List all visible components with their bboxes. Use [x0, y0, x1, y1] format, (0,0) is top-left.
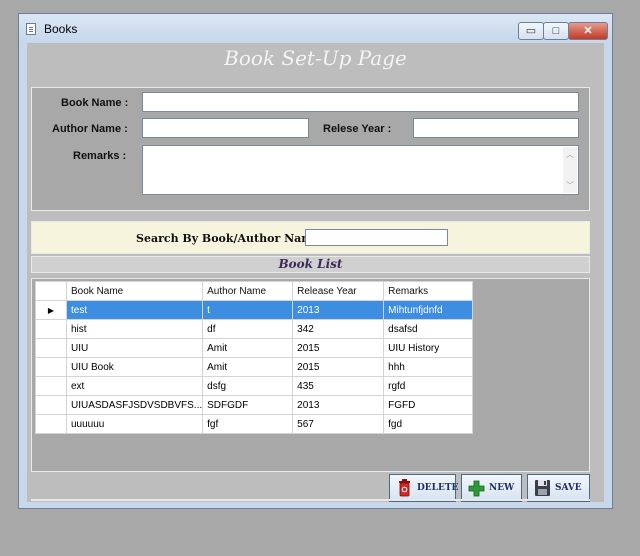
book-grid-panel: Book Name Author Name Release Year Remar… [31, 278, 590, 472]
new-button[interactable]: NEW [461, 474, 522, 502]
cell-release-year[interactable]: 2015 [292, 357, 385, 377]
cell-book-name[interactable]: ext [65, 376, 204, 396]
book-name-field[interactable] [142, 92, 579, 112]
book-name-label: Book Name : [61, 97, 129, 109]
trash-icon [399, 479, 410, 497]
release-year-field[interactable] [413, 118, 579, 138]
row-header[interactable] [35, 414, 67, 434]
row-header[interactable] [35, 395, 67, 415]
cell-book-name[interactable]: UIU [65, 338, 204, 358]
release-year-label: Relese Year : [323, 123, 392, 135]
row-header[interactable] [35, 338, 67, 358]
cell-author-name[interactable]: t [202, 300, 294, 320]
scroll-up-icon[interactable]: ︿ [566, 149, 574, 160]
scroll-down-icon[interactable]: ﹀ [566, 180, 574, 191]
cell-author-name[interactable]: Amit [202, 357, 294, 377]
close-button[interactable]: ✕ [568, 22, 608, 40]
cell-book-name[interactable]: UIU Book [65, 357, 204, 377]
search-label: Search By Book/Author Name : [136, 232, 328, 245]
window-title: Books [44, 22, 78, 36]
table-row[interactable]: UIU Amit 2015 UIU History [35, 338, 474, 358]
row-header[interactable] [35, 376, 67, 396]
client-area: Book Set-Up Page Book Name : Author Name… [27, 43, 604, 502]
remarks-label: Remarks : [73, 150, 127, 162]
remarks-scrollbar[interactable]: ︿ ﹀ [563, 147, 577, 193]
plus-icon [468, 480, 485, 497]
minimize-button[interactable]: ▭ [518, 22, 544, 40]
table-row[interactable]: hist df 342 dsafsd [35, 319, 474, 339]
cell-release-year[interactable]: 2013 [292, 300, 385, 320]
cell-release-year[interactable]: 2015 [292, 338, 385, 358]
cell-author-name[interactable]: Amit [202, 338, 294, 358]
table-row[interactable]: UIUASDASFJSDVSDBVFS... SDFGDF 2013 FGFD [35, 395, 474, 415]
floppy-disk-icon [535, 480, 550, 496]
delete-button-label: DELETE [417, 483, 459, 493]
grid-header-row: Book Name Author Name Release Year Remar… [35, 281, 474, 301]
delete-button[interactable]: DELETE [389, 474, 459, 502]
cell-author-name[interactable]: fgf [202, 414, 294, 434]
cell-book-name[interactable]: test [65, 300, 204, 320]
author-name-label: Author Name : [52, 123, 128, 135]
author-name-field[interactable] [142, 118, 309, 138]
cell-author-name[interactable]: SDFGDF [202, 395, 294, 415]
row-header-corner [35, 281, 67, 301]
page-title: Book Set-Up Page [224, 46, 407, 70]
cell-release-year[interactable]: 567 [292, 414, 385, 434]
cell-author-name[interactable]: df [202, 319, 294, 339]
column-header-remarks[interactable]: Remarks [383, 281, 474, 301]
cell-remarks[interactable]: rgfd [383, 376, 474, 396]
cell-release-year[interactable]: 342 [292, 319, 385, 339]
cell-remarks[interactable]: fgd [383, 414, 474, 434]
title-bar[interactable]: Books ▭ □ ✕ [19, 14, 612, 43]
save-button-label: SAVE [555, 483, 582, 493]
cell-remarks[interactable]: hhh [383, 357, 474, 377]
bottom-divider [31, 499, 590, 501]
cell-release-year[interactable]: 435 [292, 376, 385, 396]
row-header[interactable] [35, 319, 67, 339]
cell-remarks[interactable]: FGFD [383, 395, 474, 415]
row-header[interactable] [35, 357, 67, 377]
table-row[interactable]: ▶ test t 2013 Mihtunfjdnfd [35, 300, 474, 320]
search-panel: Search By Book/Author Name : [31, 221, 590, 254]
maximize-button[interactable]: □ [543, 22, 569, 40]
column-header-book-name[interactable]: Book Name [65, 281, 204, 301]
cell-remarks[interactable]: dsafsd [383, 319, 474, 339]
book-list-header: Book List [31, 256, 590, 273]
cell-release-year[interactable]: 2013 [292, 395, 385, 415]
table-row[interactable]: uuuuuu fgf 567 fgd [35, 414, 474, 434]
column-header-release-year[interactable]: Release Year [292, 281, 385, 301]
table-row[interactable]: ext dsfg 435 rgfd [35, 376, 474, 396]
remarks-field[interactable]: ︿ ﹀ [142, 145, 579, 195]
search-input[interactable] [305, 229, 448, 246]
table-row[interactable]: UIU Book Amit 2015 hhh [35, 357, 474, 377]
cell-remarks[interactable]: UIU History [383, 338, 474, 358]
column-header-author-name[interactable]: Author Name [202, 281, 294, 301]
current-row-indicator-icon: ▶ [35, 300, 67, 320]
cell-book-name[interactable]: uuuuuu [65, 414, 204, 434]
new-button-label: NEW [489, 483, 515, 493]
app-icon [26, 23, 36, 35]
book-form-panel: Book Name : Author Name : Relese Year : … [31, 87, 590, 211]
cell-author-name[interactable]: dsfg [202, 376, 294, 396]
book-grid: Book Name Author Name Release Year Remar… [35, 281, 474, 434]
save-button[interactable]: SAVE [527, 474, 590, 502]
cell-book-name[interactable]: UIUASDASFJSDVSDBVFS... [65, 395, 204, 415]
books-window: Books ▭ □ ✕ Book Set-Up Page Book Name :… [18, 13, 613, 509]
cell-book-name[interactable]: hist [65, 319, 204, 339]
cell-remarks[interactable]: Mihtunfjdnfd [383, 300, 474, 320]
